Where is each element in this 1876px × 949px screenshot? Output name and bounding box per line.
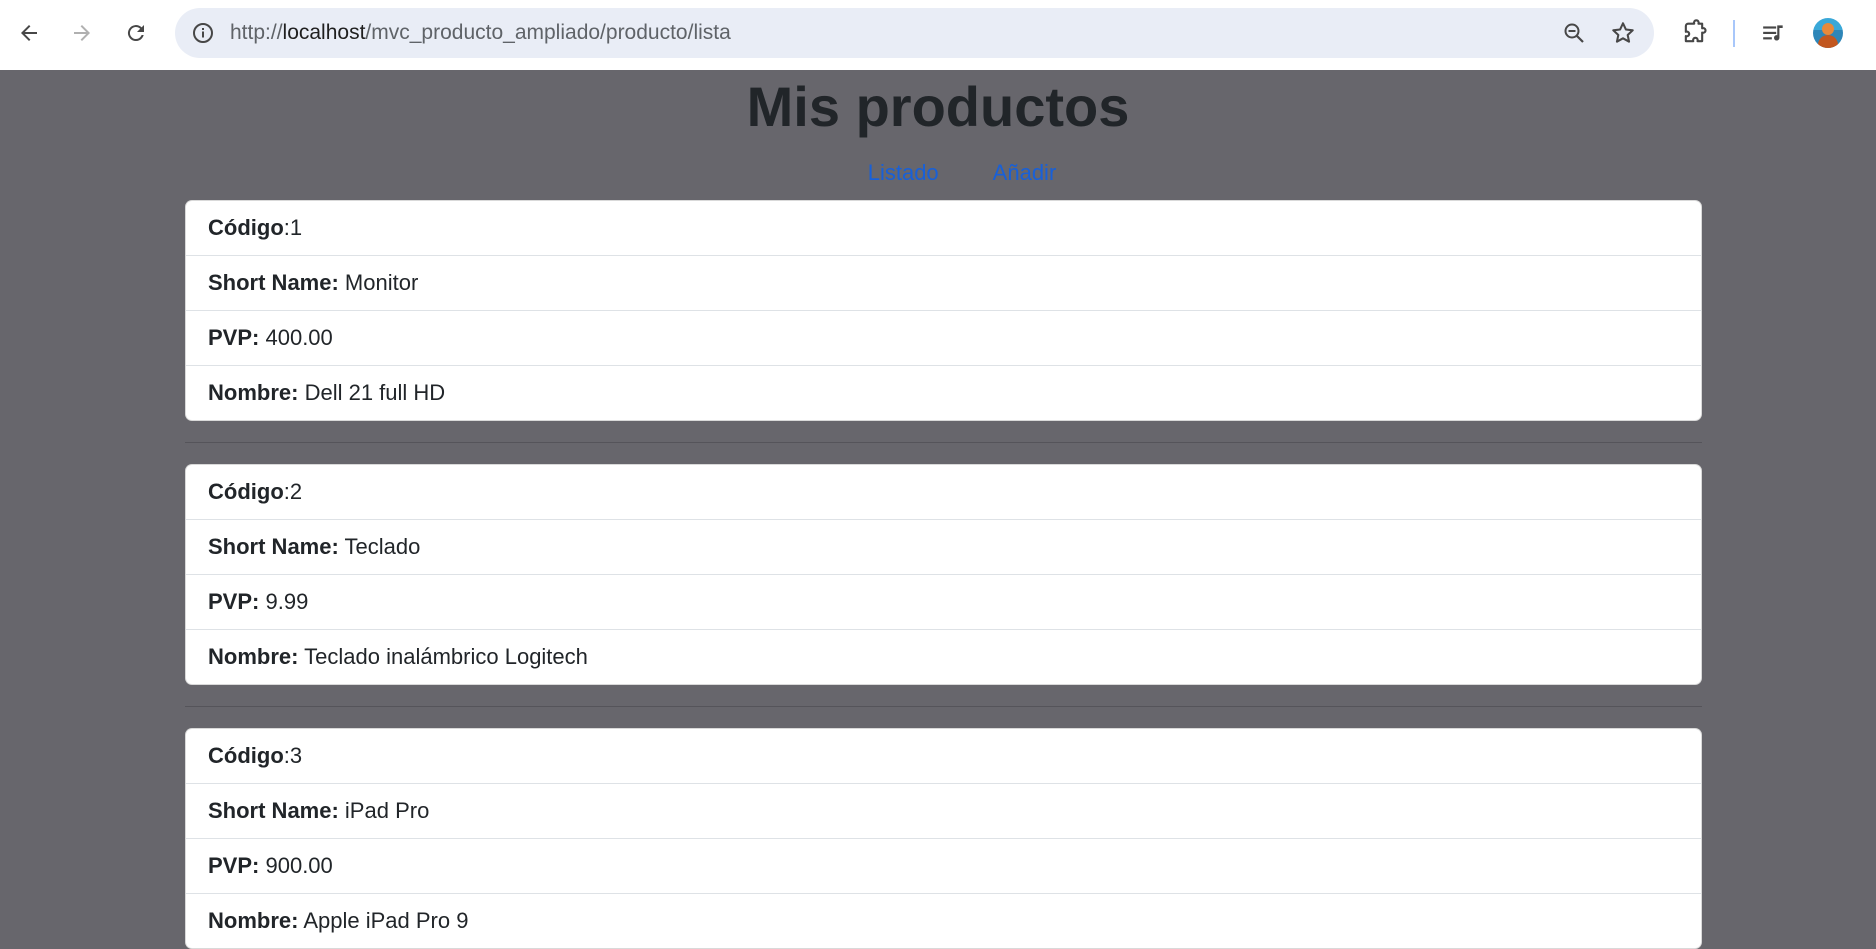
product-short-name: Teclado <box>344 534 421 559</box>
product-code-row: Código:2 <box>186 465 1701 519</box>
product-code: 2 <box>289 479 303 504</box>
product-price: 400.00 <box>265 325 333 350</box>
bookmark-star-icon[interactable] <box>1610 20 1636 46</box>
product-name: Teclado inalámbrico Logitech <box>304 644 588 669</box>
product-code-row: Código:1 <box>186 201 1701 255</box>
reload-button[interactable] <box>121 14 151 52</box>
forward-button[interactable] <box>67 14 97 52</box>
product-short-name: iPad Pro <box>344 798 430 823</box>
product-short-name-row: Short Name: Teclado <box>186 519 1701 574</box>
product-code: 3 <box>289 743 303 768</box>
address-bar[interactable]: http://localhost/mvc_producto_ampliado/p… <box>175 8 1654 58</box>
horizontal-rule <box>185 442 1702 443</box>
product-price: 900.00 <box>265 853 333 878</box>
price-label: PVP: <box>208 589 260 614</box>
product-code: 1 <box>289 215 303 240</box>
nav-link-anadir[interactable]: Añadir <box>993 158 1057 188</box>
product-card: Código:3 Short Name: iPad Pro PVP: 900.0… <box>185 728 1702 949</box>
url-host: localhost <box>282 21 366 44</box>
back-button[interactable] <box>14 14 44 52</box>
product-short-name: Monitor <box>344 270 419 295</box>
zoom-out-icon[interactable] <box>1562 21 1586 45</box>
site-info-icon[interactable] <box>191 21 215 45</box>
media-controls-icon[interactable] <box>1761 21 1787 47</box>
code-label: Código <box>208 743 284 768</box>
name-label: Nombre: <box>208 380 299 405</box>
code-label: Código <box>208 479 284 504</box>
product-card: Código:1 Short Name: Monitor PVP: 400.00… <box>185 200 1702 421</box>
url-path: /mvc_producto_ampliado/producto/lista <box>365 21 731 44</box>
price-label: PVP: <box>208 325 260 350</box>
avatar-body <box>1818 35 1838 48</box>
url-text[interactable]: http://localhost/mvc_producto_ampliado/p… <box>230 21 731 45</box>
arrow-left-icon <box>21 25 37 41</box>
product-price-row: PVP: 9.99 <box>186 574 1701 629</box>
arrow-right-icon <box>74 25 90 41</box>
product-name-row: Nombre: Teclado inalámbrico Logitech <box>186 629 1701 684</box>
horizontal-rule <box>185 706 1702 707</box>
product-price-row: PVP: 400.00 <box>186 310 1701 365</box>
product-code-row: Código:3 <box>186 729 1701 783</box>
page-title: Mis productos <box>746 75 1130 138</box>
main-menu: Listado Añadir <box>0 158 1876 188</box>
short-name-label: Short Name: <box>208 270 339 295</box>
profile-avatar[interactable] <box>1813 18 1843 48</box>
name-label: Nombre: <box>208 644 299 669</box>
short-name-label: Short Name: <box>208 798 339 823</box>
product-list: Código:1 Short Name: Monitor PVP: 400.00… <box>185 200 1702 949</box>
name-label: Nombre: <box>208 908 299 933</box>
url-prefix: http:// <box>230 21 283 44</box>
nav-link-listado[interactable]: Listado <box>868 158 939 188</box>
reload-icon <box>127 25 144 42</box>
product-name: Apple iPad Pro 9 <box>303 908 469 933</box>
product-price-row: PVP: 900.00 <box>186 838 1701 893</box>
extensions-puzzle-icon[interactable] <box>1680 19 1708 47</box>
product-price: 9.99 <box>265 589 309 614</box>
code-label: Código <box>208 215 284 240</box>
product-short-name-row: Short Name: Monitor <box>186 255 1701 310</box>
short-name-label: Short Name: <box>208 534 339 559</box>
product-name-row: Nombre: Dell 21 full HD <box>186 365 1701 420</box>
browser-toolbar: http://localhost/mvc_producto_ampliado/p… <box>0 0 1876 70</box>
avatar-head <box>1822 23 1834 35</box>
product-name: Dell 21 full HD <box>304 380 446 405</box>
toolbar-divider <box>1733 20 1735 47</box>
product-short-name-row: Short Name: iPad Pro <box>186 783 1701 838</box>
product-card: Código:2 Short Name: Teclado PVP: 9.99 N… <box>185 464 1702 685</box>
price-label: PVP: <box>208 853 260 878</box>
